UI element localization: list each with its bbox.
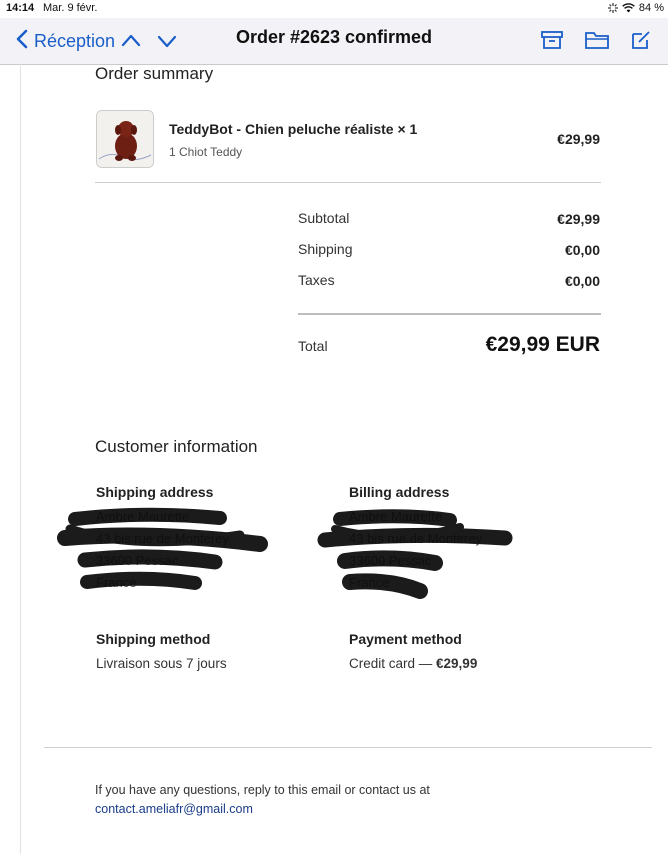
billing-address-label: Billing address: [349, 484, 450, 500]
message-navigation: [120, 30, 178, 57]
shipping-method-label: Shipping method: [96, 631, 211, 647]
taxes-label: Taxes: [298, 272, 335, 288]
previous-message-button[interactable]: [120, 30, 142, 57]
status-date: Mar. 9 févr.: [43, 2, 98, 14]
back-button[interactable]: Réception: [16, 29, 115, 54]
status-time: 14:14: [6, 2, 35, 14]
contact-email-link[interactable]: contact.ameliafr@gmail.com: [95, 802, 253, 816]
back-label: Réception: [34, 31, 116, 51]
payment-method-label: Payment method: [349, 631, 462, 647]
product-price: €29,99: [557, 131, 600, 147]
footer-contact-text: If you have any questions, reply to this…: [95, 783, 430, 797]
payment-method-amount: €29,99: [436, 656, 478, 671]
customer-information-heading: Customer information: [95, 437, 258, 456]
total-label: Total: [298, 338, 328, 354]
shipping-cost-value: €0,00: [564, 242, 600, 258]
total-divider: [298, 313, 601, 315]
billing-address-redaction: [317, 509, 513, 599]
status-bar: 14:14 Mar. 9 févr. 84 %: [0, 0, 668, 18]
product-variant: 1 Chiot Teddy: [169, 145, 243, 159]
shipping-address-label: Shipping address: [96, 484, 214, 500]
shipping-method-value: Livraison sous 7 jours: [96, 656, 227, 671]
product-image: [96, 110, 154, 168]
archive-button[interactable]: [540, 29, 564, 56]
subtotal-value: €29,99: [557, 211, 600, 227]
subtotal-label: Subtotal: [298, 210, 350, 226]
nav-actions: [540, 29, 652, 56]
nav-bar: Réception Order #2623 confirmed: [0, 18, 668, 65]
next-message-button[interactable]: [156, 30, 178, 57]
order-summary-heading: Order summary: [95, 64, 214, 83]
shipping-cost-label: Shipping: [298, 241, 353, 257]
wifi-icon: [622, 3, 635, 13]
footer-divider: [44, 747, 652, 748]
taxes-value: €0,00: [564, 273, 600, 289]
shipping-address-redaction: [57, 507, 268, 590]
payment-method-value: Credit card — €29,99: [349, 656, 477, 671]
content-left-border: [20, 64, 21, 854]
move-to-folder-button[interactable]: [584, 29, 610, 56]
item-divider: [95, 182, 601, 183]
payment-method-type: Credit card —: [349, 656, 437, 671]
total-value: €29,99 EUR: [485, 333, 600, 356]
compose-button[interactable]: [630, 29, 652, 56]
chevron-left-icon: [16, 29, 34, 54]
activity-icon: [607, 3, 618, 13]
product-title: TeddyBot - Chien peluche réaliste × 1: [169, 121, 418, 137]
battery-level: 84 %: [638, 2, 664, 14]
status-indicators: 84 %: [607, 2, 664, 14]
